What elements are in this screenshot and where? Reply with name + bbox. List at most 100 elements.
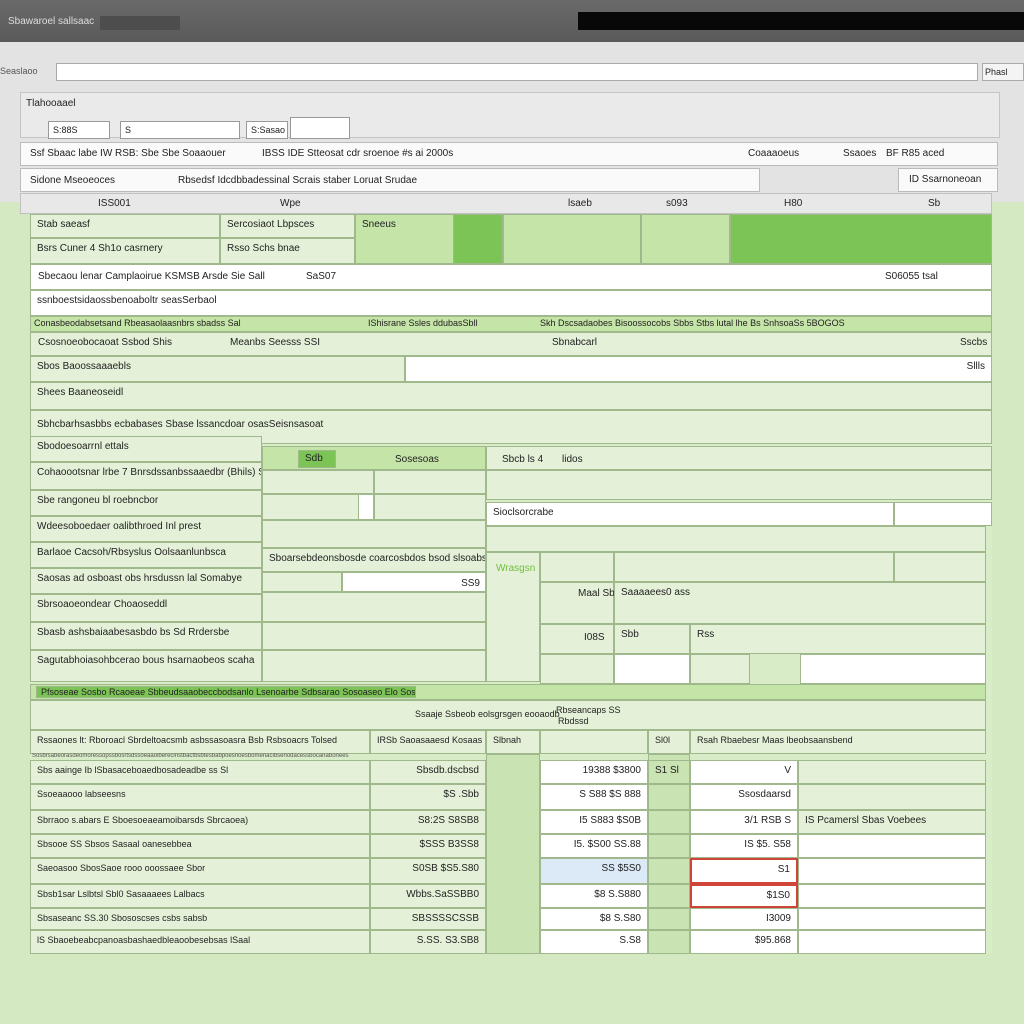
toolbar-input-2[interactable]: S xyxy=(120,121,240,139)
mid-tab-4[interactable]: lidos xyxy=(562,454,583,465)
table-row-1-c3[interactable]: V xyxy=(690,760,798,784)
table-row-2-c4[interactable] xyxy=(798,784,986,810)
table-row-8-c1[interactable]: S.S8 xyxy=(540,930,648,954)
table-row-3-val[interactable]: S8:2S S8SB8 xyxy=(370,810,486,834)
table-row-4-c3[interactable]: IS $5. S58 xyxy=(690,834,798,858)
toolbar-input-4[interactable] xyxy=(290,117,350,139)
table-row-2-c3[interactable]: Ssosdaarsd xyxy=(690,784,798,810)
table-row-2-c1[interactable]: S S88 $S 888 xyxy=(540,784,648,810)
mid-box-0c[interactable] xyxy=(894,552,986,582)
cell-r8[interactable]: Shees Baaneoseidl xyxy=(30,382,992,410)
col-header-6[interactable]: Sb xyxy=(928,198,940,209)
table-row-7-c2[interactable] xyxy=(648,908,690,930)
mid-sub-empty-2[interactable] xyxy=(486,526,986,552)
table-row-2-c2[interactable] xyxy=(648,784,690,810)
mid-cell-f[interactable] xyxy=(374,494,486,520)
cell-r1-mid[interactable]: Sercosiaot Lbpsces xyxy=(220,214,355,238)
table-row-7-c3[interactable]: I3009 xyxy=(690,908,798,930)
mid-sub-cell-2[interactable] xyxy=(262,592,486,622)
table-row-4-c2[interactable] xyxy=(648,834,690,858)
mid-left-1[interactable]: Sbodoesoarrnl ettals xyxy=(30,436,262,462)
table-row-8-c4[interactable] xyxy=(798,930,986,954)
mid-left-9[interactable]: Sagutabhoiasohbcerao bous hsarnaobeos sc… xyxy=(30,650,262,682)
table-row-5-c4[interactable] xyxy=(798,858,986,884)
cell-r7-left[interactable]: Sbos Baoossaaaebls xyxy=(30,356,405,382)
mid-cell-e[interactable] xyxy=(358,494,374,520)
table-row-6-c4[interactable] xyxy=(798,884,986,908)
mid-tab-1[interactable]: Sdb xyxy=(298,450,336,468)
mid-cell-c[interactable] xyxy=(486,470,992,500)
mid-left-5[interactable]: Barlaoe Cacsoh/Rbsyslus Oolsaanlunbsca xyxy=(30,542,262,568)
toolbar-input-1[interactable]: S:88S xyxy=(48,121,110,139)
table-row-5-c2[interactable] xyxy=(648,858,690,884)
table-header-1[interactable]: Rssaones lt: Rboroacl Sbrdeltoacsmb asbs… xyxy=(30,730,370,754)
mid-box-2b[interactable]: Sbb xyxy=(614,624,690,654)
toolbar-input-3[interactable]: S:Sasao xyxy=(246,121,288,139)
col-header-2[interactable]: Wpe xyxy=(280,198,301,209)
table-row-7-c1[interactable]: $8 S.S80 xyxy=(540,908,648,930)
mid-cell-a[interactable] xyxy=(262,470,374,494)
table-row-6-c3[interactable]: $1S0 xyxy=(690,884,798,908)
mid-tab-3[interactable]: Sbcb ls 4 xyxy=(502,454,543,465)
title-search-field[interactable] xyxy=(578,12,1024,30)
cell-r1-accent[interactable] xyxy=(453,214,503,264)
table-row-8-val[interactable]: S.SS. S3.SB8 xyxy=(370,930,486,954)
mid-sub-cell-4[interactable] xyxy=(262,650,486,682)
table-row-2-label[interactable]: Ssoeaaooo labseesns xyxy=(30,784,370,810)
col-header-3[interactable]: lsaeb xyxy=(568,198,592,209)
mid-box-1b[interactable]: Saaaaees0 ass xyxy=(614,582,986,624)
cell-r1-accent-wide[interactable] xyxy=(730,214,992,264)
cell-r1-c4[interactable] xyxy=(503,214,641,264)
col-header-1[interactable]: ISS001 xyxy=(98,198,131,209)
table-row-1-label[interactable]: Sbs aainge Ib lSbasaceboaedbosadeadbe ss… xyxy=(30,760,370,784)
table-header-2[interactable]: IRSb Saoasaaesd Kosaas xyxy=(370,730,486,754)
table-row-4-label[interactable]: Sbsooe SS Sbsos Sasaal oanesebbea xyxy=(30,834,370,858)
table-row-8-c2[interactable] xyxy=(648,930,690,954)
mid-sub-empty[interactable] xyxy=(262,520,486,548)
cell-r1-c5[interactable] xyxy=(641,214,730,264)
table-row-3-c2[interactable] xyxy=(648,810,690,834)
table-row-1-c4[interactable] xyxy=(798,760,986,784)
table-row-4-val[interactable]: $SSS B3SS8 xyxy=(370,834,486,858)
mid-sub-cell[interactable] xyxy=(262,572,342,592)
table-row-5-c1[interactable]: SS $5S0 xyxy=(540,858,648,884)
table-row-6-label[interactable]: Sbsb1sar Lslbtsl Sbl0 Sasaaaees Lalbacs xyxy=(30,884,370,908)
table-row-3-c1[interactable]: I5 S883 $S0B xyxy=(540,810,648,834)
mid-sub-cell-3[interactable] xyxy=(262,622,486,650)
mid-left-8[interactable]: Sbasb ashsbaiaabesasbdo bs Sd Rrdersbe xyxy=(30,622,262,650)
table-row-5-label[interactable]: Saeoasoo SbosSaoe rooo ooossaee Sbor xyxy=(30,858,370,884)
address-right-button[interactable]: Phasl xyxy=(982,63,1024,81)
mid-left-2[interactable]: Cohaoootsnar lrbe 7 Bnrsdssanbssaaedbr (… xyxy=(30,462,262,490)
cell-r6[interactable] xyxy=(30,332,992,356)
mid-box-3c[interactable] xyxy=(690,654,750,684)
table-row-3-label[interactable]: Sbrraoo s.abars E Sboesoeaeamoibarsds Sb… xyxy=(30,810,370,834)
col-header-5[interactable]: H80 xyxy=(784,198,802,209)
mid-box-0b[interactable] xyxy=(614,552,894,582)
table-header-blank[interactable] xyxy=(540,730,648,754)
mid-box-3d[interactable] xyxy=(800,654,986,684)
col-header-4[interactable]: s093 xyxy=(666,198,688,209)
table-row-6-c2[interactable] xyxy=(648,884,690,908)
cell-r2-mid[interactable]: Rsso Schs bnae xyxy=(220,238,355,264)
table-row-1-c2[interactable]: S1 Sl xyxy=(648,760,690,784)
table-row-4-c4[interactable] xyxy=(798,834,986,858)
mid-box-3b[interactable] xyxy=(614,654,690,684)
mid-box-2c[interactable]: Rss xyxy=(690,624,986,654)
mid-left-4[interactable]: Wdeesoboedaer oalibthroed Inl prest xyxy=(30,516,262,542)
table-row-6-val[interactable]: Wbbs.SaSSBB0 xyxy=(370,884,486,908)
table-row-3-c3[interactable]: 3/1 RSB S xyxy=(690,810,798,834)
mid-left-3[interactable]: Sbe rangoneu bl roebncbor xyxy=(30,490,262,516)
mid-box-0[interactable] xyxy=(540,552,614,582)
table-row-1-val[interactable]: Sbsdb.dscbsd xyxy=(370,760,486,784)
table-header-5[interactable]: Rsah Rbaebesr Maas lbeobsaansbend xyxy=(690,730,986,754)
table-row-5-c3[interactable]: S1 xyxy=(690,858,798,884)
table-row-3-c4[interactable]: IS Pcamersl Sbas Voebees xyxy=(798,810,986,834)
mid-white-field-2[interactable] xyxy=(894,502,992,526)
mid-left-7[interactable]: Sbrsoaoeondear Choaoseddl xyxy=(30,594,262,622)
formula-row-2-right[interactable]: ID Ssarnoneoan xyxy=(898,168,998,192)
mid-tab-2[interactable]: Sosesoas xyxy=(395,454,439,465)
mid-left-6[interactable]: Saosas ad osboast obs hrsdussn lal Somab… xyxy=(30,568,262,594)
table-row-2-val[interactable]: $S .Sbb xyxy=(370,784,486,810)
cell-r1-label[interactable]: Stab saeasf xyxy=(30,214,220,238)
table-row-4-c1[interactable]: I5. $S00 SS.88 xyxy=(540,834,648,858)
